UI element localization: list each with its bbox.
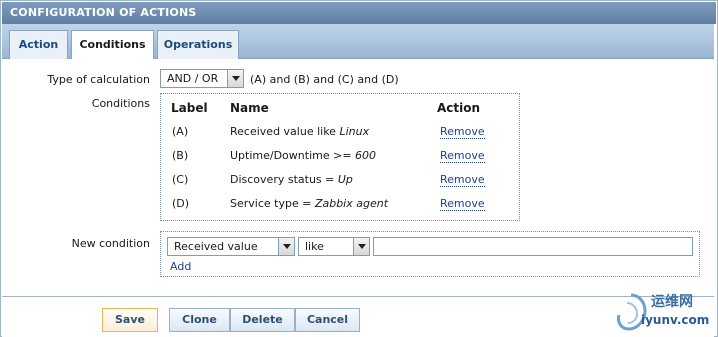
column-header-label: Label	[171, 101, 208, 115]
remove-condition-link[interactable]: Remove	[440, 125, 485, 139]
condition-type-value: Received value	[174, 240, 258, 253]
condition-type-select[interactable]: Received value	[167, 237, 295, 256]
condition-operator-value: like	[305, 240, 324, 253]
page-title: CONFIGURATION OF ACTIONS	[2, 2, 716, 24]
tab-action[interactable]: Action	[9, 30, 68, 60]
cancel-button[interactable]: Cancel	[295, 308, 360, 332]
conditions-table: Label Name Action (A) Received value lik…	[160, 93, 520, 221]
clone-button[interactable]: Clone	[169, 308, 230, 332]
remove-condition-link[interactable]: Remove	[440, 197, 485, 211]
action-config-window: CONFIGURATION OF ACTIONS Action Conditio…	[0, 0, 718, 337]
tab-bar: Action Conditions Operations	[2, 24, 714, 60]
chevron-down-icon	[278, 238, 294, 255]
conditions-form: Type of calculation AND / OR (A) and (B)…	[2, 59, 714, 297]
calculation-type-value: AND / OR	[167, 72, 219, 85]
tab-conditions[interactable]: Conditions	[71, 30, 154, 60]
column-header-action: Action	[437, 101, 481, 115]
watermark-cn-text: 运维网	[651, 294, 693, 310]
column-header-name: Name	[230, 101, 269, 115]
condition-label: (A)	[172, 125, 189, 138]
save-button[interactable]: Save	[102, 308, 158, 332]
condition-name: Uptime/Downtime >= 600	[230, 149, 377, 162]
cloud-logo-icon	[617, 293, 647, 331]
new-condition-panel: Received value like Add	[160, 231, 700, 277]
add-condition-link[interactable]: Add	[170, 260, 191, 273]
form-buttons: Save Clone Delete Cancel	[2, 298, 714, 337]
condition-name: Received value like Linux	[230, 125, 370, 138]
calculation-type-label: Type of calculation	[47, 73, 150, 86]
remove-condition-link[interactable]: Remove	[440, 149, 485, 163]
calculation-type-select[interactable]: AND / OR	[160, 69, 244, 88]
delete-button[interactable]: Delete	[230, 308, 295, 332]
condition-name: Discovery status = Up	[230, 173, 353, 186]
condition-operator-select[interactable]: like	[298, 237, 370, 256]
condition-label: (D)	[172, 197, 190, 210]
chevron-down-icon	[353, 238, 369, 255]
watermark-url-text: iyunv.com	[641, 313, 710, 327]
calculation-formula: (A) and (B) and (C) and (D)	[250, 73, 399, 86]
site-watermark: 运维网 iyunv.com	[611, 289, 717, 335]
condition-value-input[interactable]	[373, 237, 693, 256]
tab-operations[interactable]: Operations	[157, 30, 239, 60]
condition-label: (B)	[172, 149, 189, 162]
new-condition-label: New condition	[71, 237, 150, 250]
conditions-label: Conditions	[91, 97, 150, 110]
remove-condition-link[interactable]: Remove	[440, 173, 485, 187]
chevron-down-icon	[227, 70, 243, 87]
condition-name: Service type = Zabbix agent	[230, 197, 389, 210]
condition-label: (C)	[172, 173, 189, 186]
